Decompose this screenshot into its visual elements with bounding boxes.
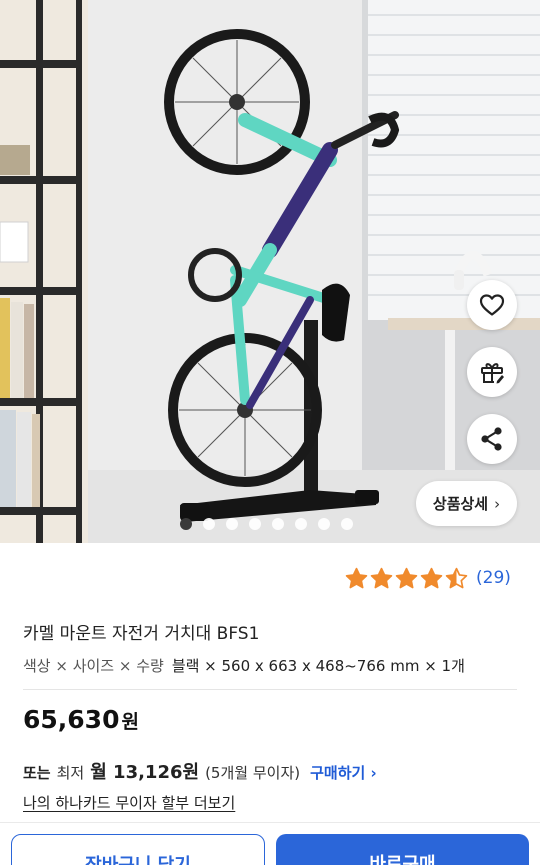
gift-icon [481,363,504,384]
installment-info: 또는 최저 월 13,126원 (5개월 무이자) 구매하기 › [23,758,377,784]
buy-now-button[interactable]: 바로구매 [276,834,529,865]
product-price: 65,630 원 [23,705,139,734]
product-image-gallery[interactable]: 상품상세 › [0,0,540,543]
options-label: 색상 × 사이즈 × 수량 [23,657,164,675]
pagination-dot[interactable] [272,518,284,530]
star-full-icon [370,567,393,589]
installment-amount: 월 13,126원 [90,762,200,783]
pagination-dot[interactable] [180,518,192,530]
price-unit: 원 [121,711,139,733]
divider [23,689,517,690]
share-button[interactable] [467,414,517,464]
add-to-cart-button[interactable]: 장바구니 담기 [11,834,265,865]
product-title: 카멜 마운트 자전거 거치대 BFS1 [23,624,260,644]
installment-months: (5개월 무이자) [205,764,301,782]
product-detail-label: 상품상세 [432,495,489,513]
pagination-dot[interactable] [295,518,307,530]
star-full-icon [395,567,418,589]
product-page: 상품상세 › (29) 카멜 마운트 자전거 거치대 BFS1 색상 × 사이즈… [0,0,540,865]
heart-icon [479,294,505,316]
wishlist-button[interactable] [467,280,517,330]
share-icon [481,427,502,451]
pagination-dot[interactable] [249,518,261,530]
price-number: 65,630 [23,705,120,734]
product-rating[interactable]: (29) [345,567,511,589]
product-photo [0,0,540,543]
star-full-icon [420,567,443,589]
selected-options: 색상 × 사이즈 × 수량 블랙 × 560 x 663 x 468~766 m… [23,655,465,676]
review-count[interactable]: (29) [476,568,511,588]
installment-lead: 또는 [23,764,51,782]
pagination-dot[interactable] [226,518,238,530]
installment-min-label: 최저 [56,764,85,782]
product-detail-button[interactable]: 상품상세 › [416,481,517,526]
installment-buy-link[interactable]: 구매하기 › [310,762,377,783]
star-half-icon [445,567,468,589]
star-full-icon [345,567,368,589]
gallery-pagination [180,518,353,530]
card-installment-link[interactable]: 나의 하나카드 무이자 할부 더보기 [23,792,235,813]
rating-stars [345,567,468,589]
options-value: 블랙 × 560 x 663 x 468~766 mm × 1개 [171,657,465,675]
chevron-right-icon: › [494,494,501,513]
gift-button[interactable] [467,347,517,397]
pagination-dot[interactable] [203,518,215,530]
pagination-dot[interactable] [318,518,330,530]
pagination-dot[interactable] [341,518,353,530]
